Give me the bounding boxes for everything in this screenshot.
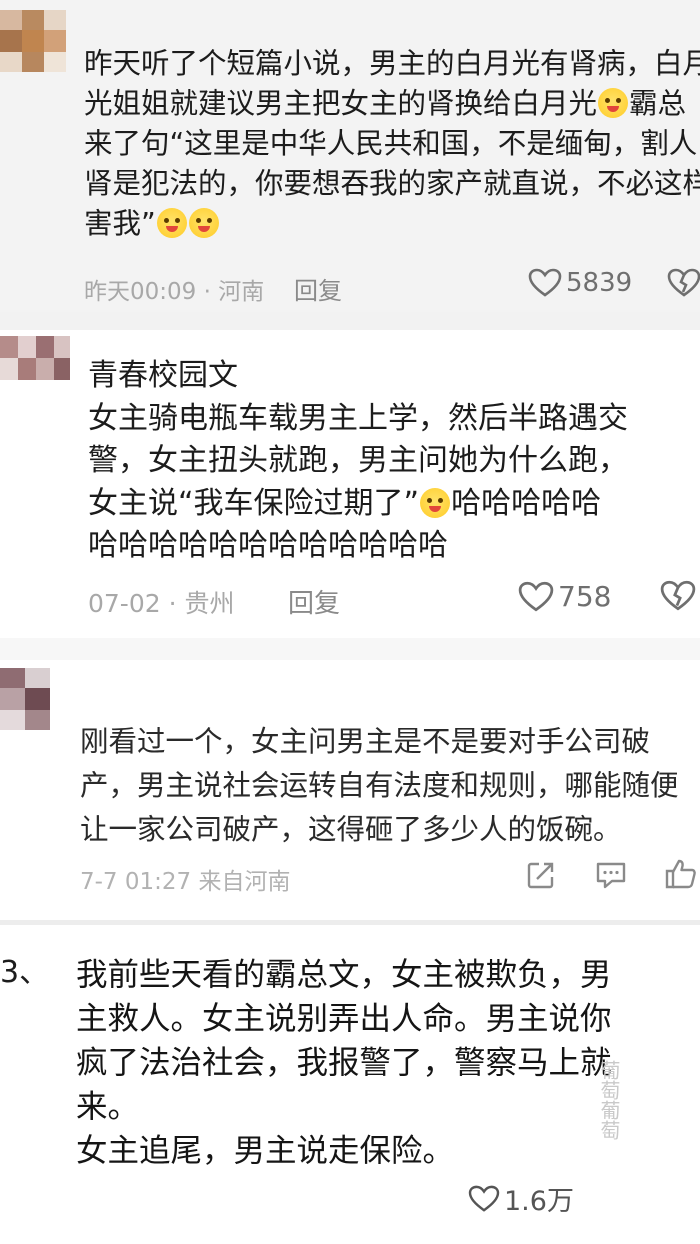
emoji-icon xyxy=(188,208,219,238)
share-icon xyxy=(527,862,554,889)
avatar[interactable] xyxy=(0,668,50,730)
comment-line-tail: 霸总 xyxy=(629,87,687,120)
comment-text: 刚看过一个，女主问男主是不是要对手公司破 产，男主说社会运转自有法度和规则，哪能… xyxy=(80,720,679,852)
heart-icon xyxy=(468,1185,500,1212)
like-button[interactable]: 1.6万 xyxy=(468,1179,574,1218)
dislike-icon xyxy=(667,268,700,297)
comment-line: 疯了法治社会，我报警了，警察马上就 xyxy=(76,1045,612,1081)
comment-card-4: 3、 我前些天看的霸总文，女主被欺负，男 主救人。女主说别弄出人命。男主说你 疯… xyxy=(0,925,700,1244)
divider xyxy=(0,638,700,660)
comment-line: 青春校园文 xyxy=(88,358,238,393)
share-button[interactable] xyxy=(526,860,556,894)
like-button[interactable]: 758 xyxy=(518,580,611,613)
emoji-icon xyxy=(420,487,451,518)
comment-icon xyxy=(596,862,626,889)
comment-line: 产，男主说社会运转自有法度和规则，哪能随便 xyxy=(80,769,679,802)
emoji-icon xyxy=(156,208,187,238)
list-number: 3、 xyxy=(0,955,50,990)
comment-line: 昨天听了个短篇小说，男主的白月光有肾病，白月 xyxy=(84,47,700,80)
comment-meta: 7-7 01:27 来自河南 xyxy=(80,869,291,895)
comment-line: 哈哈哈哈哈哈哈哈哈哈哈哈 xyxy=(88,528,448,563)
comment-line: 女主追尾，男主说走保险。 xyxy=(76,1133,455,1169)
emoji-icon xyxy=(598,88,629,118)
avatar[interactable] xyxy=(0,336,70,380)
comment-card-3: 刚看过一个，女主问男主是不是要对手公司破 产，男主说社会运转自有法度和规则，哪能… xyxy=(0,660,700,920)
comment-card-1: 昨天听了个短篇小说，男主的白月光有肾病，白月 光姐姐就建议男主把女主的肾换给白月… xyxy=(0,0,700,312)
dislike-button[interactable] xyxy=(660,580,696,616)
comment-meta: 昨天00:09 · 河南 xyxy=(84,279,265,305)
comment-line: 害我” xyxy=(84,207,156,240)
comment-line: 女主骑电瓶车载男主上学，然后半路遇交 xyxy=(88,400,628,436)
watermark: 葡萄葡萄 xyxy=(597,1060,621,1140)
avatar[interactable] xyxy=(0,10,66,72)
like-count: 5839 xyxy=(566,268,633,298)
comment-line: 来了句“这里是中华人民共和国，不是缅甸，割人 xyxy=(84,127,698,160)
comment-line: 肾是犯法的，你要想吞我的家产就直说，不必这样 xyxy=(84,167,700,200)
comment-line-tail: 哈哈哈哈哈 xyxy=(451,485,602,521)
comment-line: 主救人。女主说别弄出人命。男主说你 xyxy=(76,1001,612,1037)
heart-icon xyxy=(528,268,562,297)
dislike-button[interactable] xyxy=(667,268,700,302)
comment-line: 警，女主扭头就跑，男主问她为什么跑， xyxy=(88,443,628,478)
like-count: 1.6万 xyxy=(504,1186,574,1217)
thumb-up-button[interactable] xyxy=(664,858,698,894)
divider xyxy=(0,312,700,330)
comment-line: 我前些天看的霸总文，女主被欺负，男 xyxy=(76,957,612,993)
comment-line: 让一家公司破产，这得砸了多少人的饭碗。 xyxy=(80,813,622,846)
comment-line: 女主说“我车保险过期了” xyxy=(88,485,420,521)
comment-text: 昨天听了个短篇小说，男主的白月光有肾病，白月 光姐姐就建议男主把女主的肾换给白月… xyxy=(84,44,700,244)
comment-line: 光姐姐就建议男主把女主的肾换给白月光 xyxy=(84,87,598,120)
reply-button[interactable]: 回复 xyxy=(294,271,342,306)
like-button[interactable]: 5839 xyxy=(528,268,632,298)
comment-button[interactable] xyxy=(595,860,627,894)
comment-text: 我前些天看的霸总文，女主被欺负，男 主救人。女主说别弄出人命。男主说你 疯了法治… xyxy=(76,953,612,1173)
reply-button[interactable]: 回复 xyxy=(288,583,340,620)
comment-text: 青春校园文 女主骑电瓶车载男主上学，然后半路遇交 警，女主扭头就跑，男主问她为什… xyxy=(88,355,628,568)
like-count: 758 xyxy=(558,580,612,613)
dislike-icon xyxy=(660,580,696,611)
comment-line: 刚看过一个，女主问男主是不是要对手公司破 xyxy=(80,725,651,758)
comment-meta: 07-02 · 贵州 xyxy=(88,589,235,618)
heart-icon xyxy=(518,581,554,611)
thumb-up-icon xyxy=(665,859,696,889)
comment-card-2: 青春校园文 女主骑电瓶车载男主上学，然后半路遇交 警，女主扭头就跑，男主问她为什… xyxy=(0,330,700,638)
comment-line: 来。 xyxy=(76,1089,140,1125)
